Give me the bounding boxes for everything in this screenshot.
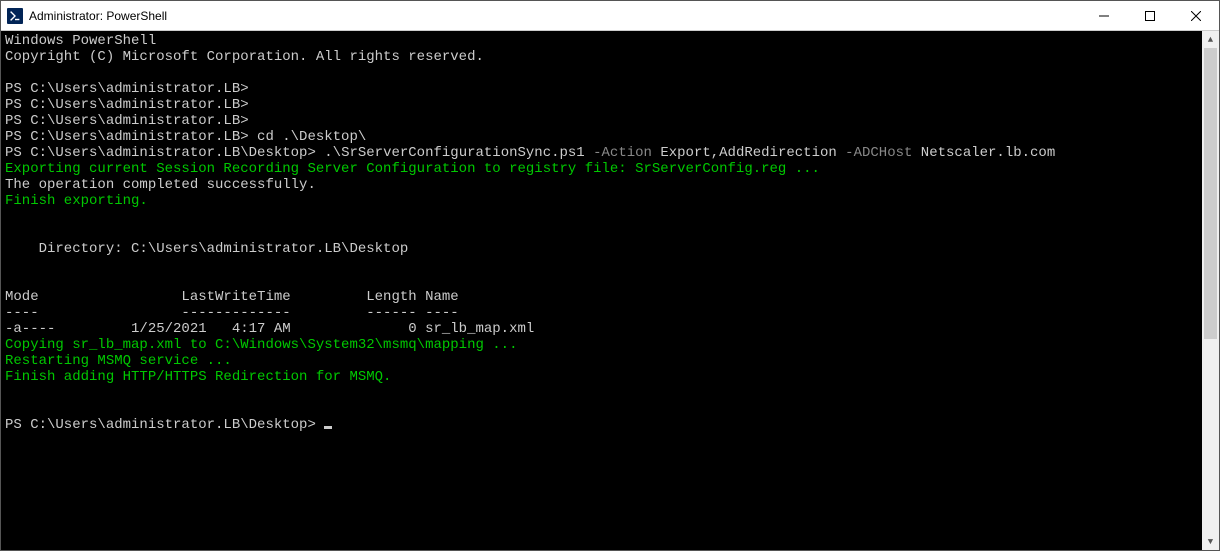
script-name: .\SrServerConfigurationSync.ps1 xyxy=(324,145,584,161)
banner-line1: Windows PowerShell xyxy=(5,33,156,49)
param-value: Export,AddRedirection xyxy=(652,145,837,161)
table-header: Mode LastWriteTime Length Name xyxy=(5,289,459,305)
scrollbar[interactable]: ▲ ▼ xyxy=(1202,31,1219,550)
banner-line2: Copyright (C) Microsoft Corporation. All… xyxy=(5,49,484,65)
param-name: -Action xyxy=(585,145,652,161)
output-line: Finish adding HTTP/HTTPS Redirection for… xyxy=(5,369,391,385)
terminal[interactable]: Windows PowerShell Copyright (C) Microso… xyxy=(1,31,1202,550)
directory-header: Directory: C:\Users\administrator.LB\Des… xyxy=(5,241,408,257)
scroll-thumb[interactable] xyxy=(1204,48,1217,339)
powershell-window: Administrator: PowerShell Windows PowerS… xyxy=(0,0,1220,551)
cursor xyxy=(324,426,332,429)
terminal-wrap: Windows PowerShell Copyright (C) Microso… xyxy=(1,31,1219,550)
output-line: Finish exporting. xyxy=(5,193,148,209)
minimize-button[interactable] xyxy=(1081,1,1127,30)
prompt-prefix: PS C:\Users\administrator.LB\Desktop> xyxy=(5,145,324,161)
window-controls xyxy=(1081,1,1219,30)
close-button[interactable] xyxy=(1173,1,1219,30)
prompt-prefix: PS C:\Users\administrator.LB> xyxy=(5,129,257,145)
prompt-line: PS C:\Users\administrator.LB> xyxy=(5,113,249,129)
window-title: Administrator: PowerShell xyxy=(29,9,167,23)
output-line: The operation completed successfully. xyxy=(5,177,316,193)
titlebar-left: Administrator: PowerShell xyxy=(1,1,167,30)
param-name: -ADCHost xyxy=(837,145,913,161)
prompt-line: PS C:\Users\administrator.LB> xyxy=(5,97,249,113)
scroll-up-arrow-icon[interactable]: ▲ xyxy=(1202,31,1219,48)
scroll-down-arrow-icon[interactable]: ▼ xyxy=(1202,533,1219,550)
titlebar[interactable]: Administrator: PowerShell xyxy=(1,1,1219,31)
maximize-button[interactable] xyxy=(1127,1,1173,30)
table-separator: ---- ------------- ------ ---- xyxy=(5,305,459,321)
output-line: Restarting MSMQ service ... xyxy=(5,353,232,369)
prompt-prefix: PS C:\Users\administrator.LB\Desktop> xyxy=(5,417,324,433)
output-line: Exporting current Session Recording Serv… xyxy=(5,161,820,177)
powershell-icon xyxy=(7,8,23,24)
param-value: Netscaler.lb.com xyxy=(912,145,1055,161)
prompt-line: PS C:\Users\administrator.LB> xyxy=(5,81,249,97)
command-text: cd .\Desktop\ xyxy=(257,129,366,145)
output-line: Copying sr_lb_map.xml to C:\Windows\Syst… xyxy=(5,337,517,353)
scroll-track[interactable] xyxy=(1202,48,1219,533)
table-row: -a---- 1/25/2021 4:17 AM 0 sr_lb_map.xml xyxy=(5,321,534,337)
